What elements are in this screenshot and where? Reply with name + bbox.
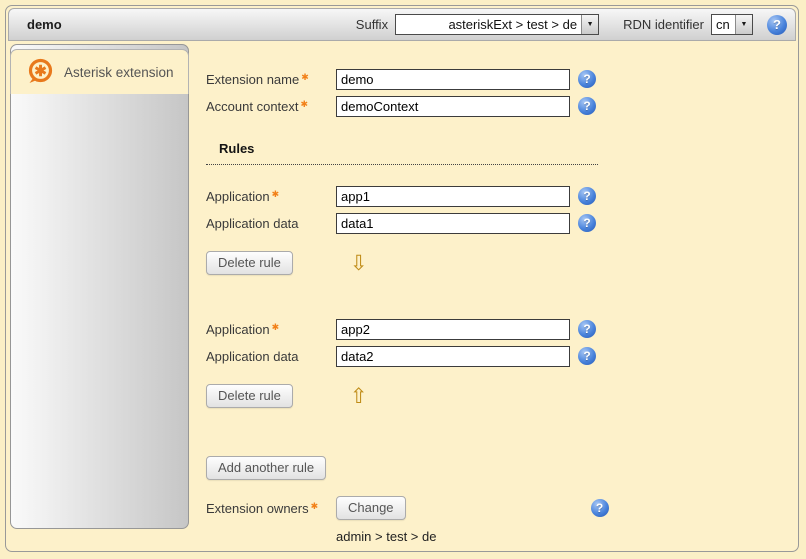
help-icon[interactable]: ? — [591, 499, 609, 517]
suffix-select-value: asteriskExt > test > de — [396, 15, 581, 34]
delete-rule-button[interactable]: Delete rule — [206, 384, 293, 408]
extension-name-label: Extension name✱ — [206, 72, 336, 87]
extension-owners-value-row: admin > test > de — [206, 525, 626, 547]
account-context-row: Account context✱ ? — [206, 95, 626, 117]
help-icon[interactable]: ? — [578, 347, 596, 365]
rule2-actions-row: Delete rule ⇧ — [206, 385, 626, 407]
rule2-application-data-row: Application data ? — [206, 345, 626, 367]
extension-owners-row: Extension owners✱ Change ? — [206, 497, 626, 519]
rdn-select-value: cn — [712, 15, 735, 34]
rule1-application-row: Application✱ ? — [206, 185, 626, 207]
account-context-label: Account context✱ — [206, 99, 336, 114]
extension-name-row: Extension name✱ ? — [206, 68, 626, 90]
help-icon[interactable]: ? — [578, 214, 596, 232]
module-sidebar: ✱ Asterisk extension — [10, 44, 189, 529]
form-area: Extension name✱ ? Account context✱ ? Rul… — [206, 68, 626, 552]
rule2-application-data-input[interactable] — [336, 346, 570, 367]
move-rule-down-icon[interactable]: ⇩ — [350, 253, 368, 274]
help-icon[interactable]: ? — [578, 97, 596, 115]
rule1-actions-row: Delete rule ⇩ — [206, 252, 626, 274]
application-data-label: Application data — [206, 216, 336, 231]
help-icon[interactable]: ? — [578, 187, 596, 205]
required-icon: ✱ — [311, 501, 319, 511]
title-bar: demo Suffix asteriskExt > test > de ▼ RD… — [8, 8, 796, 41]
required-icon: ✱ — [272, 189, 280, 199]
extension-owners-label: Extension owners✱ — [206, 501, 336, 516]
rules-section-heading: Rules — [206, 141, 598, 165]
rule2-application-input[interactable] — [336, 319, 570, 340]
rdn-identifier-select[interactable]: cn ▼ — [711, 14, 753, 35]
extension-owners-value: admin > test > de — [336, 529, 436, 544]
application-label: Application✱ — [206, 189, 336, 204]
rule2-application-row: Application✱ ? — [206, 318, 626, 340]
account-context-input[interactable] — [336, 96, 570, 117]
rule1-application-input[interactable] — [336, 186, 570, 207]
required-icon: ✱ — [301, 99, 309, 109]
add-rule-row: Add another rule — [206, 457, 626, 479]
chevron-down-icon: ▼ — [581, 15, 598, 34]
help-icon[interactable]: ? — [767, 15, 787, 35]
suffix-label: Suffix — [356, 17, 388, 32]
svg-text:✱: ✱ — [34, 63, 47, 80]
asterisk-logo-icon: ✱ — [26, 58, 54, 86]
page-title: demo — [27, 17, 62, 32]
tab-label: Asterisk extension — [64, 65, 174, 80]
add-another-rule-button[interactable]: Add another rule — [206, 456, 326, 480]
tab-asterisk-extension[interactable]: ✱ Asterisk extension — [10, 49, 189, 94]
rdn-identifier-label: RDN identifier — [623, 17, 704, 32]
account-edit-window: demo Suffix asteriskExt > test > de ▼ RD… — [5, 5, 799, 552]
help-icon[interactable]: ? — [578, 70, 596, 88]
rule1-application-data-input[interactable] — [336, 213, 570, 234]
application-label: Application✱ — [206, 322, 336, 337]
required-icon: ✱ — [272, 322, 280, 332]
suffix-select[interactable]: asteriskExt > test > de ▼ — [395, 14, 599, 35]
rule1-application-data-row: Application data ? — [206, 212, 626, 234]
required-icon: ✱ — [301, 72, 309, 82]
delete-rule-button[interactable]: Delete rule — [206, 251, 293, 275]
move-rule-up-icon[interactable]: ⇧ — [350, 386, 368, 407]
application-data-label: Application data — [206, 349, 336, 364]
chevron-down-icon: ▼ — [735, 15, 752, 34]
change-owners-button[interactable]: Change — [336, 496, 406, 520]
extension-name-input[interactable] — [336, 69, 570, 90]
help-icon[interactable]: ? — [578, 320, 596, 338]
